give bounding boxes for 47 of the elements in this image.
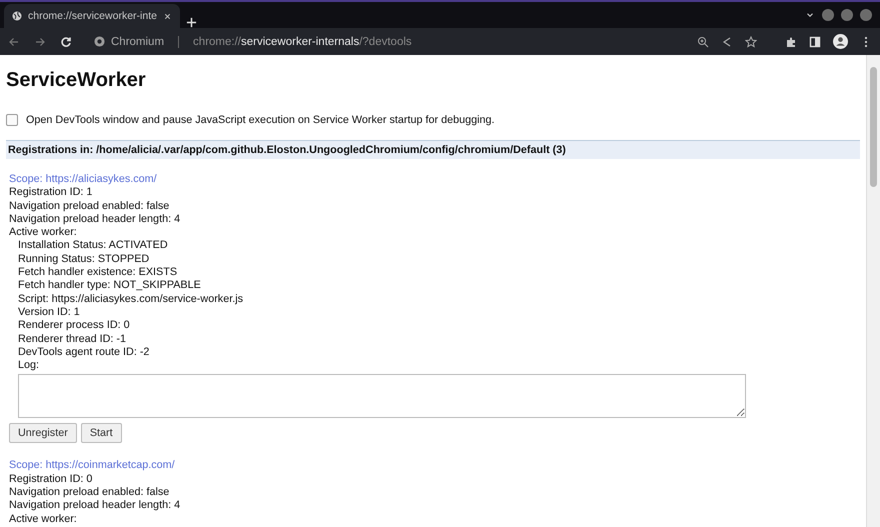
star-icon[interactable] — [745, 36, 757, 48]
info-line: Fetch handler type: NOT_SKIPPABLE — [17, 279, 202, 293]
zoom-icon[interactable] — [697, 36, 709, 48]
globe-icon — [12, 11, 22, 21]
puzzle-icon[interactable] — [785, 36, 797, 48]
info-line: Fetch handler existence: EXISTS — [17, 266, 178, 280]
info-line: Navigation preload header length: 4 — [9, 499, 182, 513]
checkbox[interactable] — [6, 114, 18, 126]
info-line: Registration ID: 0 — [9, 472, 94, 486]
reload-icon[interactable] — [60, 36, 72, 48]
info-line: Renderer thread ID: -1 — [17, 332, 128, 346]
info-line: Navigation preload header length: 4 — [9, 212, 182, 226]
info-line: Navigation preload enabled: false — [9, 200, 170, 213]
checkbox-label: Open DevTools window and pause JavaScript execution on Service Worker startup for debugging. — [26, 114, 495, 126]
scope-link[interactable]: Scope: https://coinmarketcap.com/ — [9, 459, 857, 473]
info-line: DevTools agent route ID: -2 — [17, 346, 150, 360]
page-title: ServiceWorker — [6, 69, 147, 92]
window-control[interactable] — [822, 9, 834, 21]
log-label: Log: — [17, 359, 40, 372]
address-field[interactable]: chrome://serviceworker-internals/?devtools — [193, 36, 412, 48]
action-button[interactable]: Unregister — [9, 423, 77, 444]
browser-tab[interactable]: chrome://serviceworker-inte — [4, 4, 180, 28]
info-line: Registration ID: 1 — [9, 186, 94, 200]
chromium-logo-icon — [94, 36, 105, 47]
info-line: Script: https://aliciasykes.com/service-worker.js — [17, 292, 244, 306]
forward-icon[interactable] — [34, 36, 46, 48]
avatar-icon[interactable] — [833, 34, 848, 49]
window-control[interactable] — [860, 9, 872, 21]
share-icon[interactable] — [721, 36, 733, 48]
back-icon[interactable] — [8, 36, 20, 48]
info-line: Version ID: 1 — [17, 306, 81, 320]
info-line: Running Status: STOPPED — [17, 252, 150, 266]
action-button[interactable]: Start — [80, 423, 122, 444]
site-label: Chromium — [111, 36, 164, 48]
info-line: Renderer process ID: 0 — [17, 319, 131, 333]
scope-link[interactable]: Scope: https://aliciasykes.com/ — [9, 173, 857, 186]
scrollbar[interactable] — [866, 55, 880, 527]
info-line: Active worker: — [9, 512, 78, 526]
close-icon[interactable] — [162, 12, 172, 20]
info-line: Installation Status: ACTIVATED — [17, 239, 169, 253]
side-panel-icon[interactable] — [809, 36, 821, 48]
plus-icon[interactable] — [186, 17, 197, 28]
window-control[interactable] — [841, 9, 853, 21]
registrations-header: Registrations in: /home/alicia/.var/app/com.github.Eloston.UngoogledChromium/config/chromium/Default (3) — [6, 140, 860, 159]
log-field[interactable] — [18, 374, 746, 418]
info-line: Navigation preload enabled: false — [9, 486, 170, 500]
info-line: Active worker: — [9, 226, 78, 240]
